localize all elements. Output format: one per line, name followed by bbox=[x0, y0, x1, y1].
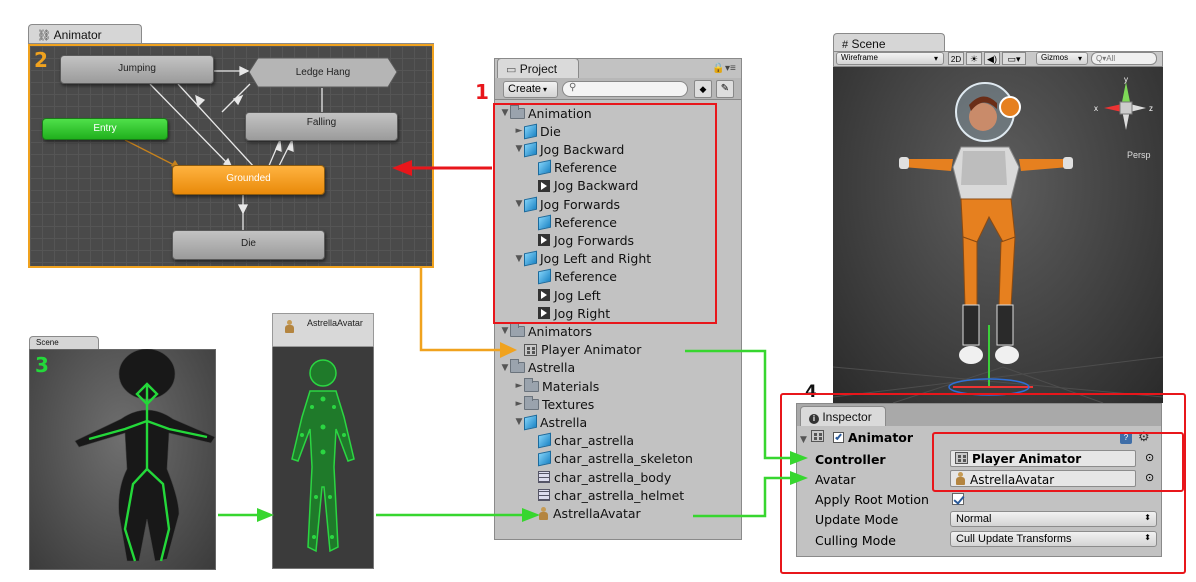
connector-arrows bbox=[218, 160, 808, 522]
